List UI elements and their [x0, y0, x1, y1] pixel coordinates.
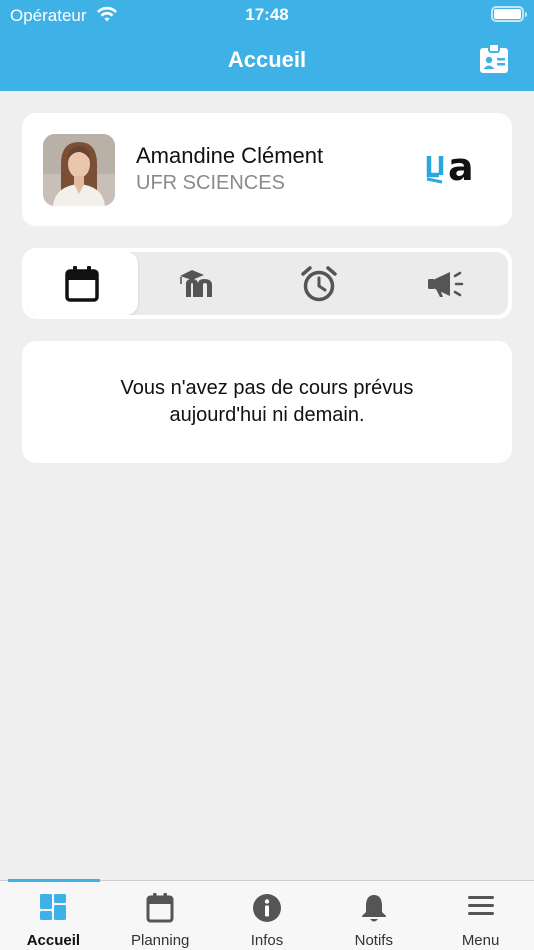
segment-calendar[interactable] [26, 252, 138, 315]
status-bar: Opérateur 17:48 [0, 0, 534, 30]
segment-alarm[interactable] [257, 252, 381, 315]
page-title: Accueil [227, 47, 307, 72]
avatar [43, 134, 115, 206]
menu-icon [467, 896, 494, 915]
tab-menu[interactable]: Menu [427, 881, 534, 950]
moodle-icon [179, 269, 212, 297]
battery-icon [491, 6, 527, 22]
active-tab-indicator [8, 879, 100, 882]
tab-bar: Accueil Planning Infos Notifs Menu [0, 879, 534, 950]
clock: 17:48 [245, 5, 289, 24]
avatar-photo [43, 134, 115, 206]
tab-label: Notifs [354, 932, 393, 949]
profile-name: Amandine Clément [136, 143, 324, 168]
empty-schedule-message: Vous n'avez pas de cours prévus aujourd'… [120, 377, 414, 426]
info-icon [252, 894, 281, 922]
megaphone-icon [427, 271, 463, 297]
segmented-control [22, 248, 512, 319]
dashboard-icon [40, 894, 67, 920]
university-logo: a [426, 149, 474, 189]
tab-label: Planning [131, 932, 190, 949]
tab-notifs[interactable]: Notifs [320, 881, 427, 950]
calendar-icon [65, 265, 99, 302]
calendar-icon [146, 893, 174, 923]
alarm-clock-icon [301, 265, 337, 301]
tab-planning[interactable]: Planning [107, 881, 214, 950]
tab-label: Infos [250, 932, 284, 949]
tab-infos[interactable]: Infos [214, 881, 321, 950]
tab-label: Menu [461, 932, 500, 949]
segment-moodle[interactable] [138, 252, 257, 315]
svg-text:a: a [448, 149, 474, 189]
tab-label: Accueil [26, 932, 81, 949]
app-header: Opérateur 17:48 Accueil [0, 0, 534, 91]
tab-accueil[interactable]: Accueil [0, 879, 107, 950]
segment-announcements[interactable] [381, 252, 508, 315]
profile-card[interactable]: Amandine Clément UFR SCIENCES a [22, 113, 512, 226]
id-badge-icon[interactable] [478, 43, 510, 75]
segmented-track [26, 252, 508, 315]
bell-icon [361, 895, 386, 922]
empty-schedule-card: Vous n'avez pas de cours prévus aujourd'… [22, 341, 512, 463]
profile-organization: UFR SCIENCES [136, 172, 285, 194]
